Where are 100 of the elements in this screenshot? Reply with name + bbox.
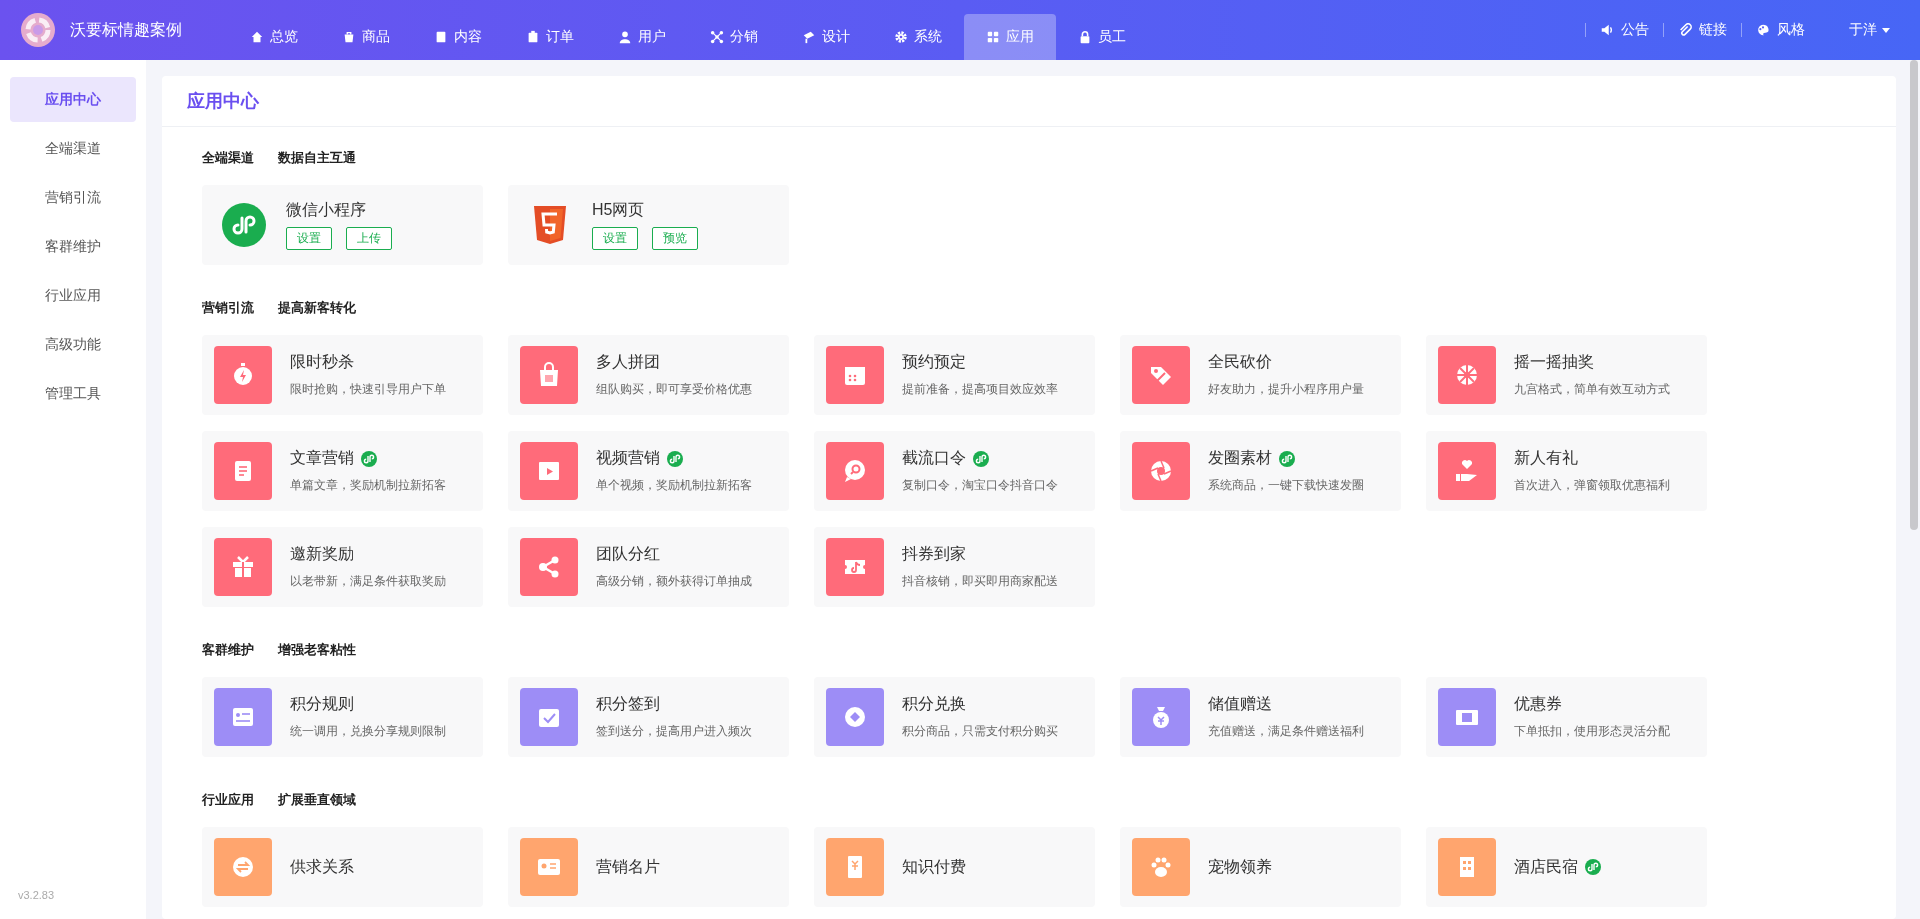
app-card[interactable]: 文章营销 单篇文章，奖励机制拉新拓客 [202,431,483,511]
app-card[interactable]: 新人有礼 首次进入，弹窗领取优惠福利 [1426,431,1707,511]
card-title: 积分规则 [290,694,354,714]
section-subtitle: 增强老客粘性 [278,641,356,659]
card-description: 高级分销，额外获得订单抽成 [596,573,752,590]
user-menu[interactable]: 于洋 [1849,21,1890,39]
card-description: 限时抢购，快速引导用户下单 [290,381,446,398]
clipboard-icon [526,30,540,44]
card-title: 优惠券 [1514,694,1562,714]
app-card[interactable]: 多人拼团 组队购买，即可享受价格优惠 [508,335,789,415]
section-title: 全端渠道 [202,149,254,167]
app-card[interactable]: 全民砍价 好友助力，提升小程序用户量 [1120,335,1401,415]
caret-icon [1882,27,1890,33]
card-description: 提前准备，提高项目效应效率 [902,381,1058,398]
app-card[interactable]: 供求关系 [202,827,483,907]
section-subtitle: 提高新客转化 [278,299,356,317]
app-card[interactable]: 限时秒杀 限时抢购，快速引导用户下单 [202,335,483,415]
sidebar-item[interactable]: 客群维护 [10,224,136,269]
home-icon [250,30,264,44]
nav-tab[interactable]: 内容 [412,14,504,60]
sidebar-item[interactable]: 高级功能 [10,322,136,367]
card-title: 限时秒杀 [290,352,354,372]
card-title: 酒店民宿 [1514,856,1578,877]
header-link[interactable]: 链接 [1678,21,1727,39]
card-description: 充值赠送，满足条件赠送福利 [1208,723,1364,740]
card-description: 下单抵扣，使用形态灵活分配 [1514,723,1670,740]
speaker-icon [1600,23,1614,37]
card-description: 以老带新，满足条件获取奖励 [290,573,446,590]
page-title: 应用中心 [187,90,259,113]
nav-tab[interactable]: 分销 [688,14,780,60]
card-title: 积分签到 [596,694,660,714]
app-name: 沃要标情趣案例 [70,19,182,40]
document-icon [434,30,448,44]
nav-tab[interactable]: 员工 [1056,14,1148,60]
card-title: 微信小程序 [286,200,367,220]
section-title: 行业应用 [202,791,254,809]
nav-tab[interactable]: 订单 [504,14,596,60]
card-description: 九宫格式，简单有效互动方式 [1514,381,1670,398]
card-title: 储值赠送 [1208,694,1272,714]
nav-tab[interactable]: 系统 [872,14,964,60]
app-card[interactable]: 积分兑换 积分商品，只需支付积分购买 [814,677,1095,757]
version-label: v3.2.83 [18,889,55,901]
app-card[interactable]: 预约预定 提前准备，提高项目效应效率 [814,335,1095,415]
nav-tab[interactable]: 商品 [320,14,412,60]
section-subtitle: 数据自主互通 [278,149,356,167]
card-title: 视频营销 [596,448,660,468]
link-circle-icon [222,203,266,247]
app-card[interactable]: 积分签到 签到送分，提高用户进入频次 [508,677,789,757]
card-description: 积分商品，只需支付积分购买 [902,723,1058,740]
app-card[interactable]: 邀新奖励 以老带新，满足条件获取奖励 [202,527,483,607]
card-title: 文章营销 [290,448,354,468]
app-card[interactable]: 储值赠送 充值赠送，满足条件赠送福利 [1120,677,1401,757]
card-description: 好友助力，提升小程序用户量 [1208,381,1364,398]
sidebar-item[interactable]: 营销引流 [10,175,136,220]
header-link[interactable]: 风格 [1756,21,1805,39]
card-title: 新人有礼 [1514,448,1578,468]
app-card[interactable]: 营销名片 [508,827,789,907]
app-card[interactable]: 宠物领养 [1120,827,1401,907]
card-title: 截流口令 [902,448,966,468]
app-card[interactable]: 截流口令 复制口令，淘宝口令抖音口令 [814,431,1095,511]
logo-icon [20,12,56,48]
lock-icon [1078,30,1092,44]
app-card[interactable]: 优惠券 下单抵扣，使用形态灵活分配 [1426,677,1707,757]
card-title: 邀新奖励 [290,544,354,564]
app-card[interactable]: 视频营销 单个视频，奖励机制拉新拓客 [508,431,789,511]
card-title: 供求关系 [290,856,354,877]
palette-icon [1756,23,1770,37]
card-title: 宠物领养 [1208,856,1272,877]
app-card[interactable]: 积分规则 统一调用，兑换分享规则限制 [202,677,483,757]
card-description: 组队购买，即可享受价格优惠 [596,381,752,398]
nav-tab[interactable]: 总览 [228,14,320,60]
card-title: 全民砍价 [1208,352,1272,372]
app-card[interactable]: 发圈素材 系统商品，一键下载快速发圈 [1120,431,1401,511]
card-description: 抖音核销，即买即用商家配送 [902,573,1058,590]
app-card[interactable]: 抖券到家 抖音核销，即买即用商家配送 [814,527,1095,607]
card-title: 摇一摇抽奖 [1514,352,1594,372]
section-title: 营销引流 [202,299,254,317]
brush-icon [802,30,816,44]
sidebar-item[interactable]: 行业应用 [10,273,136,318]
card-description: 签到送分，提高用户进入频次 [596,723,752,740]
app-card[interactable]: 知识付费 [814,827,1095,907]
bag-icon [342,30,356,44]
card-title: 多人拼团 [596,352,660,372]
section-subtitle: 扩展垂直领域 [278,791,356,809]
card-title: 团队分红 [596,544,660,564]
app-card[interactable]: 摇一摇抽奖 九宫格式，简单有效互动方式 [1426,335,1707,415]
app-card[interactable]: 团队分红 高级分销，额外获得订单抽成 [508,527,789,607]
nav-tab[interactable]: 用户 [596,14,688,60]
card-title: 预约预定 [902,352,966,372]
card-title: 积分兑换 [902,694,966,714]
nav-tab[interactable]: 设计 [780,14,872,60]
card-description: 首次进入，弹窗领取优惠福利 [1514,477,1670,494]
header-link[interactable]: 公告 [1600,21,1649,39]
sidebar-item[interactable]: 全端渠道 [10,126,136,171]
sidebar-item[interactable]: 应用中心 [10,77,136,122]
card-title: 抖券到家 [902,544,966,564]
card-description: 复制口令，淘宝口令抖音口令 [902,477,1058,494]
app-card[interactable]: 酒店民宿 [1426,827,1707,907]
network-icon [710,30,724,44]
sidebar-item[interactable]: 管理工具 [10,371,136,416]
